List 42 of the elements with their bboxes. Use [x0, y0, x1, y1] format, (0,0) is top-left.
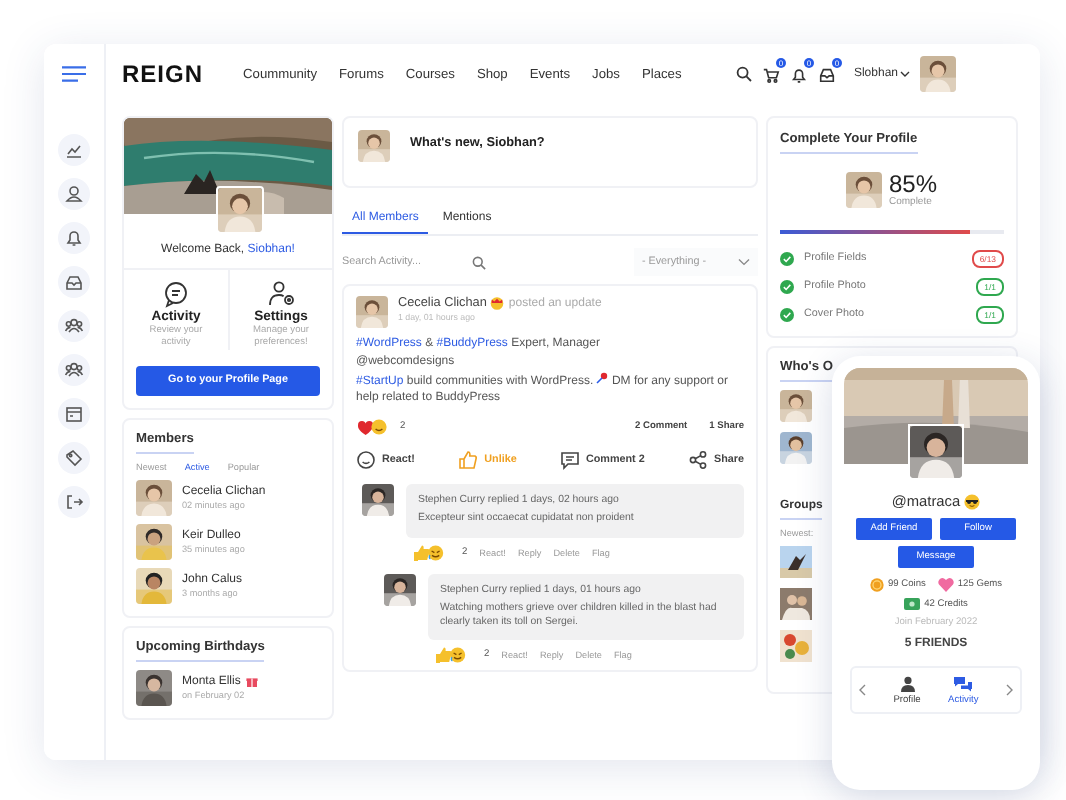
pin-icon [596, 371, 609, 384]
reaction-emoji-icon [434, 646, 466, 665]
share-icon [688, 450, 708, 471]
smiley-icon [356, 450, 376, 471]
group-icon[interactable] [58, 354, 90, 386]
inbox-icon [817, 65, 836, 83]
chat-bubble-icon [162, 280, 190, 308]
coin-icon [869, 578, 884, 592]
bell-icon [789, 65, 808, 83]
chart-icon[interactable] [58, 134, 90, 166]
check-icon [780, 251, 794, 265]
menu-icon[interactable] [62, 66, 86, 82]
bell-icon[interactable] [58, 222, 90, 254]
comment-icon [559, 450, 580, 471]
thumbs-up-icon [458, 450, 479, 471]
banknote-icon [904, 598, 921, 610]
gift-icon [246, 675, 259, 688]
check-icon [780, 307, 794, 321]
chevron-right-icon[interactable] [1005, 684, 1014, 696]
user-icon[interactable] [58, 178, 90, 210]
search-icon[interactable] [735, 66, 752, 82]
heart-icon [937, 578, 954, 592]
group-icon[interactable] [58, 310, 90, 342]
completion-percent: 85% [888, 172, 938, 196]
logout-icon[interactable] [58, 486, 90, 518]
chevron-left-icon[interactable] [858, 684, 866, 696]
tag-icon[interactable] [58, 442, 90, 474]
user-icon [899, 675, 916, 691]
check-icon [780, 279, 794, 293]
reaction-emoji-icon [356, 418, 388, 437]
inbox-icon[interactable] [58, 266, 90, 298]
calendar-icon[interactable] [58, 398, 90, 430]
caret-icon [900, 70, 910, 78]
badge-emoji-icon [490, 296, 505, 310]
user-settings-icon [267, 280, 295, 308]
chat-bubbles-icon [954, 675, 973, 691]
logo[interactable]: REIGN [122, 60, 204, 88]
search-icon [472, 255, 486, 269]
reaction-emoji-icon [412, 543, 444, 562]
sunglasses-emoji-icon [964, 493, 981, 509]
cart-icon [761, 65, 780, 83]
chevron-down-icon [738, 258, 750, 266]
